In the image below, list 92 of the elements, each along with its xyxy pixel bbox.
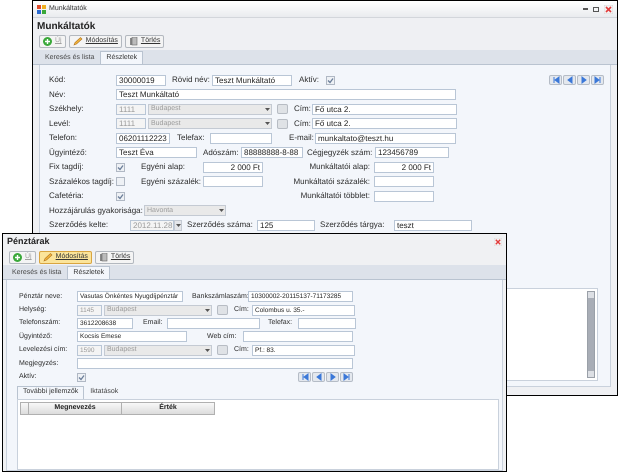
- field-label: Szerződés kelte:: [49, 220, 110, 230]
- field-label: Cégjegyzék szám:: [307, 148, 374, 158]
- last-icon: [594, 76, 602, 84]
- previous-icon: [314, 373, 322, 382]
- input-field[interactable]: 06201112223: [116, 132, 170, 144]
- close-icon[interactable]: [604, 4, 613, 14]
- check-icon: [78, 374, 85, 381]
- caret-icon: [176, 224, 180, 227]
- input-field[interactable]: [77, 358, 353, 370]
- pencil-icon: [72, 37, 83, 46]
- scrollbar[interactable]: [587, 290, 595, 378]
- input-field[interactable]: [374, 176, 434, 188]
- field-label: Levél:: [49, 118, 72, 129]
- field-label: Kód:: [49, 75, 66, 86]
- field-label: Szerződés száma:: [187, 220, 254, 230]
- field-label: Telefax:: [177, 133, 206, 144]
- first-icon: [552, 76, 560, 84]
- previous-icon: [566, 76, 574, 84]
- caret-icon: [219, 209, 224, 212]
- field-label: Szerződés tárgya:: [320, 220, 386, 230]
- row-header-cell: [20, 402, 29, 415]
- caret-icon: [205, 348, 210, 352]
- field-label: Cím:: [294, 104, 312, 114]
- plus-icon: [43, 37, 52, 46]
- app-icon: [37, 4, 46, 14]
- input-field[interactable]: Teszt Munkáltató: [116, 89, 456, 100]
- checkbox[interactable]: [77, 372, 86, 382]
- field-label: Százalékos tagdíj:: [49, 176, 115, 187]
- check-icon: [117, 192, 124, 200]
- next-icon: [328, 373, 336, 382]
- previous-record-button[interactable]: [312, 372, 325, 382]
- checkbox[interactable]: [326, 76, 335, 85]
- field-label: Ügyintéző:: [49, 148, 88, 158]
- input-field[interactable]: munkaltato@teszt.hu: [315, 132, 456, 144]
- input-field[interactable]: [203, 176, 263, 188]
- check-icon: [327, 76, 334, 84]
- input-field[interactable]: 88888888-8-88: [241, 147, 303, 158]
- input-field[interactable]: 2 000 Ft: [374, 162, 434, 173]
- checkbox[interactable]: [116, 177, 125, 186]
- field-label: Név:: [49, 90, 66, 100]
- field-label: Munkáltatói többlet:: [300, 191, 370, 202]
- last-icon: [342, 373, 350, 382]
- field-label: Munkáltatói alap:: [308, 162, 370, 172]
- plus-icon: [13, 253, 22, 262]
- input-field[interactable]: Teszt Munkáltató: [212, 74, 292, 86]
- pencil-icon: [42, 253, 53, 262]
- last-record-button[interactable]: [340, 372, 353, 382]
- first-record-button[interactable]: [549, 75, 562, 86]
- input-field[interactable]: [374, 190, 434, 202]
- maximize-icon[interactable]: [593, 6, 599, 12]
- input-field[interactable]: Teszt Éva: [116, 147, 197, 158]
- field-label: Munkáltatói százalék:: [292, 176, 370, 187]
- next-record-button[interactable]: [577, 75, 590, 86]
- next-icon: [580, 76, 588, 84]
- document-icon: [128, 37, 138, 46]
- input-field[interactable]: teszt: [394, 220, 472, 231]
- previous-record-button[interactable]: [563, 75, 576, 86]
- field-label: Rövid név:: [172, 75, 211, 86]
- field-label: Cím:: [294, 118, 312, 129]
- field-label: Hozzájárulás gyakorisága:: [49, 206, 144, 216]
- check-icon: [117, 164, 124, 171]
- page-heading: Pénztárak: [7, 235, 50, 248]
- document-icon: [98, 253, 108, 262]
- input-field[interactable]: [298, 318, 356, 329]
- input-field[interactable]: 123456789: [375, 147, 449, 158]
- caret-icon: [265, 122, 270, 126]
- field-label: Cafetéria:: [49, 191, 85, 202]
- input-field[interactable]: 30000019: [116, 74, 166, 86]
- field-label: Egyéni alap:: [141, 162, 186, 172]
- field-label: Telefon:: [49, 133, 78, 144]
- close-icon[interactable]: [494, 238, 502, 246]
- field-label: Székhely:: [49, 104, 85, 114]
- caret-icon: [265, 108, 270, 111]
- page-heading: Munkáltatók: [37, 20, 96, 34]
- checkbox[interactable]: [116, 162, 125, 172]
- last-record-button[interactable]: [591, 75, 604, 86]
- input-field[interactable]: [243, 331, 353, 342]
- checkbox[interactable]: [116, 192, 125, 201]
- input-field[interactable]: [210, 132, 272, 144]
- caret-icon: [205, 308, 210, 312]
- field-label: E-mail:: [289, 133, 315, 144]
- input-field[interactable]: 2 000 Ft: [203, 162, 263, 173]
- calendar-dropdown-button[interactable]: [174, 220, 182, 231]
- input-field[interactable]: 125: [257, 220, 315, 231]
- first-icon: [300, 373, 308, 382]
- field-label: Adószám:: [203, 148, 240, 158]
- field-label: Fix tagdíj:: [49, 162, 85, 172]
- field-label: Aktív:: [299, 75, 320, 86]
- next-record-button[interactable]: [326, 372, 339, 382]
- field-label: Egyéni százalék:: [141, 176, 202, 187]
- first-record-button[interactable]: [298, 372, 311, 382]
- input-field[interactable]: [167, 318, 260, 329]
